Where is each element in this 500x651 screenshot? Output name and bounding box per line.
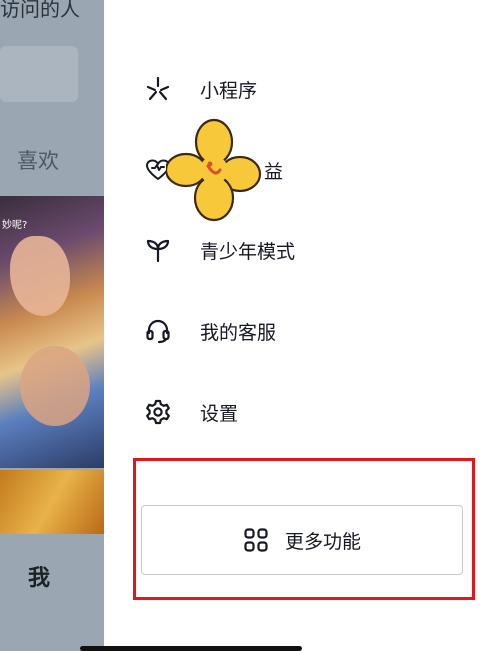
thumbnail-figure	[10, 236, 70, 316]
video-thumbnail	[0, 470, 104, 534]
menu-item-teen-mode[interactable]: 青少年模式	[144, 226, 295, 274]
menu-item-customer-service[interactable]: 我的客服	[144, 307, 276, 355]
menu-item-label: 我的客服	[200, 321, 277, 344]
grid-apps-icon	[243, 527, 269, 553]
more-features-label: 更多功能	[284, 530, 361, 553]
more-features-button[interactable]: 更多功能	[141, 505, 463, 575]
menu-item-label: 益	[264, 160, 284, 183]
thumbnail-caption: 妙呢?	[2, 220, 28, 231]
sprout-icon	[144, 236, 172, 264]
menu-item-settings[interactable]: 设置	[144, 388, 238, 436]
flower-sticker	[164, 118, 262, 222]
side-drawer: 小程序 益 青少年模式 我的客服 设置 更多功能	[104, 0, 500, 651]
thumbnail-figure	[20, 346, 90, 426]
menu-item-mini-program[interactable]: 小程序	[144, 65, 257, 113]
menu-item-label: 设置	[200, 402, 239, 425]
headset-icon	[144, 317, 172, 345]
home-indicator[interactable]	[80, 646, 302, 651]
mini-program-icon	[144, 75, 172, 103]
menu-item-label: 小程序	[200, 79, 258, 102]
tab-me: 我	[28, 566, 51, 591]
search-bar	[0, 46, 78, 102]
menu-item-label: 青少年模式	[200, 240, 296, 263]
gear-icon	[144, 398, 172, 426]
background-app: 访问的人 喜欢 妙呢? 我	[0, 0, 104, 651]
visitor-text: 访问的人	[0, 0, 80, 21]
video-thumbnail: 妙呢?	[0, 196, 104, 468]
tab-like: 喜欢	[17, 149, 59, 173]
